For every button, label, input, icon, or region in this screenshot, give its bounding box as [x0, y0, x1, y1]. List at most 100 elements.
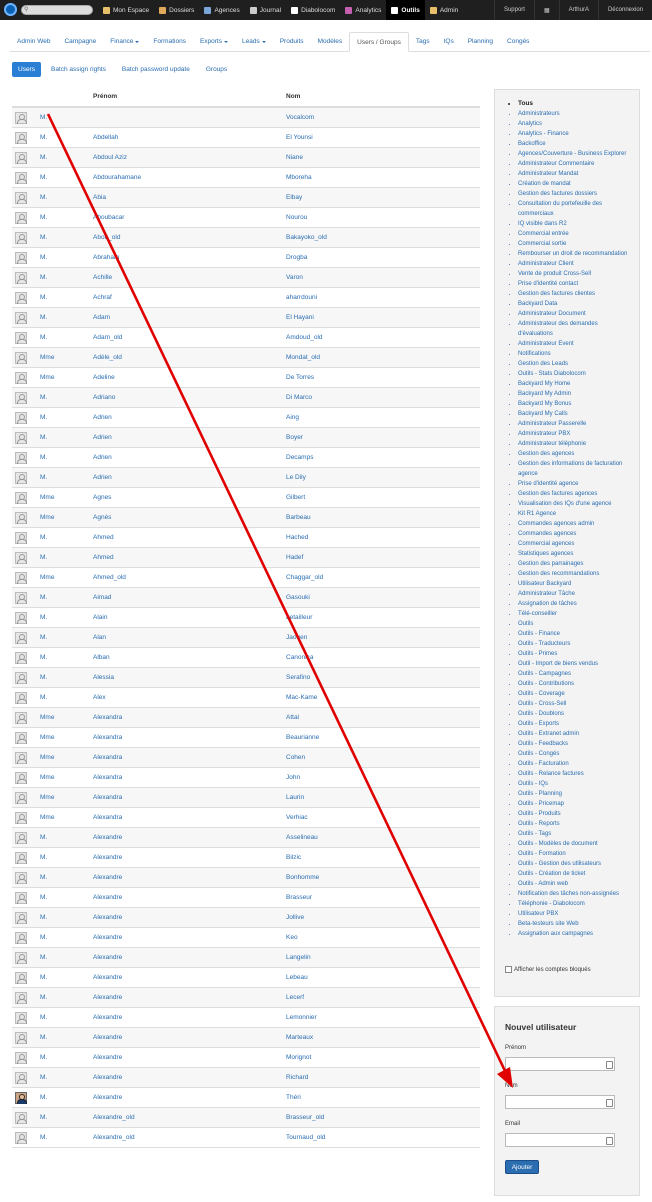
role-filter-item[interactable]: Outils - Contributions — [518, 679, 639, 689]
user-firstname[interactable]: Alexandre — [93, 894, 122, 901]
user-firstname[interactable]: Aboubacar — [93, 214, 124, 221]
role-filter-item[interactable]: Outils — [518, 619, 639, 629]
table-row[interactable]: M. Achraf aharrdouni — [12, 288, 480, 308]
user-lastname[interactable]: Le Dily — [286, 474, 306, 481]
table-row[interactable]: M. Alain Letailleur — [12, 608, 480, 628]
user-lastname[interactable]: Cohen — [286, 754, 305, 761]
user-civility[interactable]: M. — [40, 254, 47, 261]
user-firstname[interactable]: Alexandra — [93, 714, 122, 721]
user-lastname[interactable]: Hadef — [286, 554, 303, 561]
user-firstname[interactable]: Abou_old — [93, 234, 120, 241]
user-lastname[interactable]: Gasouki — [286, 594, 310, 601]
tab-users-groups[interactable]: Users / Groups — [349, 32, 409, 52]
user-civility[interactable]: M. — [40, 674, 47, 681]
table-row[interactable]: Mme Agnès Barbeau — [12, 508, 480, 528]
user-firstname[interactable]: Adam — [93, 314, 110, 321]
user-firstname[interactable]: Adriano — [93, 394, 115, 401]
user-lastname[interactable]: Mondat_old — [286, 354, 320, 361]
user-firstname[interactable]: Ahmed_old — [93, 574, 126, 581]
user-lastname[interactable]: Bonhomme — [286, 874, 319, 881]
role-filter-item[interactable]: Commandes agences — [518, 529, 639, 539]
user-civility[interactable]: M. — [40, 294, 47, 301]
tab-mod-les[interactable]: Modèles — [311, 32, 350, 51]
role-filter-item[interactable]: Télé-conseiller — [518, 609, 639, 619]
user-civility[interactable]: Mme — [40, 354, 54, 361]
pill-users[interactable]: Users — [12, 62, 41, 77]
user-civility[interactable]: M. — [40, 274, 47, 281]
table-row[interactable]: Mme Adèle_old Mondat_old — [12, 348, 480, 368]
autofill-key-icon[interactable] — [606, 1099, 613, 1107]
role-filter-all[interactable]: Tous — [518, 99, 639, 109]
user-firstname[interactable]: Abraham — [93, 254, 119, 261]
role-filter-item[interactable]: Outils - Doublons — [518, 709, 639, 719]
table-row[interactable]: M. Alexandre Richard — [12, 1068, 480, 1088]
user-civility[interactable]: M. — [40, 594, 47, 601]
top-nav-agences[interactable]: Agences — [199, 0, 244, 20]
user-civility[interactable]: M. — [40, 1014, 47, 1021]
role-filter-item[interactable]: Backyard My Bonus — [518, 399, 639, 409]
user-firstname[interactable]: Agnes — [93, 494, 111, 501]
role-filter-item[interactable]: Outils - Stats Diabolocom — [518, 369, 639, 379]
tab-leads[interactable]: Leads — [235, 32, 273, 51]
user-menu[interactable]: ArthurA — [558, 0, 598, 20]
tab-formations[interactable]: Formations — [146, 32, 193, 51]
table-row[interactable]: M. Ahmed Hached — [12, 528, 480, 548]
user-lastname[interactable]: Brasseur — [286, 894, 312, 901]
user-civility[interactable]: M. — [40, 154, 47, 161]
role-filter-item[interactable]: Backyard My Home — [518, 379, 639, 389]
role-filter-item[interactable]: Statistiques agences — [518, 549, 639, 559]
user-lastname[interactable]: Vocalcom — [286, 114, 314, 121]
table-row[interactable]: M. Abdoul Aziz Niane — [12, 148, 480, 168]
user-civility[interactable]: M. — [40, 534, 47, 541]
user-civility[interactable]: M. — [40, 874, 47, 881]
role-filter-item[interactable]: Analytics — [518, 119, 639, 129]
user-firstname[interactable]: Adam_old — [93, 334, 122, 341]
role-filter-item[interactable]: Outils - Exports — [518, 719, 639, 729]
table-row[interactable]: M. Abdourahamane Mboreha — [12, 168, 480, 188]
user-civility[interactable]: M. — [40, 434, 47, 441]
role-filter-item[interactable]: Outils - Extranet admin — [518, 729, 639, 739]
user-firstname[interactable]: Alexandre — [93, 1014, 122, 1021]
user-lastname[interactable]: Laurin — [286, 794, 304, 801]
user-firstname[interactable]: Alexandre — [93, 994, 122, 1001]
user-firstname[interactable]: Alexandra — [93, 754, 122, 761]
tab-admin-web[interactable]: Admin Web — [10, 32, 57, 51]
user-civility[interactable]: M. — [40, 314, 47, 321]
role-filter-item[interactable]: Utilisateur Backyard — [518, 579, 639, 589]
user-firstname[interactable]: Alexandre — [93, 914, 122, 921]
role-filter-item[interactable]: Administrateur Event — [518, 339, 639, 349]
user-lastname[interactable]: Hached — [286, 534, 308, 541]
table-row[interactable]: Mme Alexandra Attal — [12, 708, 480, 728]
role-filter-item[interactable]: Consultation du portefeuille des commerc… — [518, 199, 639, 219]
user-lastname[interactable]: Di Marco — [286, 394, 312, 401]
role-filter-item[interactable]: Outils - Admin web — [518, 879, 639, 889]
table-row[interactable]: M. Alan Jaouen — [12, 628, 480, 648]
user-civility[interactable]: M. — [40, 614, 47, 621]
user-civility[interactable]: M. — [40, 134, 47, 141]
top-nav-admin[interactable]: Admin — [425, 0, 463, 20]
user-civility[interactable]: M. — [40, 974, 47, 981]
user-firstname[interactable]: Alexandre — [93, 1094, 122, 1101]
show-blocked-checkbox[interactable] — [505, 966, 512, 973]
user-lastname[interactable]: Beaurianne — [286, 734, 319, 741]
email-field[interactable] — [505, 1133, 615, 1147]
tab-campagne[interactable]: Campagne — [57, 32, 103, 51]
user-firstname[interactable]: Adèle_old — [93, 354, 122, 361]
user-firstname[interactable]: Abdellah — [93, 134, 118, 141]
user-firstname[interactable]: Adeline — [93, 374, 115, 381]
user-lastname[interactable]: Jollive — [286, 914, 304, 921]
table-row[interactable]: M. Alexandre_old Brasseur_old — [12, 1108, 480, 1128]
role-filter-item[interactable]: Commercial entrée — [518, 229, 639, 239]
user-lastname[interactable]: Tournaud_old — [286, 1134, 325, 1141]
table-row[interactable]: M. Alexandre Langelin — [12, 948, 480, 968]
table-row[interactable]: Mme Alexandra Beaurianne — [12, 728, 480, 748]
user-civility[interactable]: M. — [40, 854, 47, 861]
role-filter-item[interactable]: Notifications — [518, 349, 639, 359]
user-lastname[interactable]: Attal — [286, 714, 299, 721]
user-firstname[interactable]: Adrien — [93, 414, 112, 421]
user-civility[interactable]: Mme — [40, 494, 54, 501]
user-lastname[interactable]: Lebeau — [286, 974, 308, 981]
top-nav-diabolocom[interactable]: Diabolocom — [286, 0, 340, 20]
user-civility[interactable]: M. — [40, 914, 47, 921]
user-lastname[interactable]: Richard — [286, 1074, 308, 1081]
